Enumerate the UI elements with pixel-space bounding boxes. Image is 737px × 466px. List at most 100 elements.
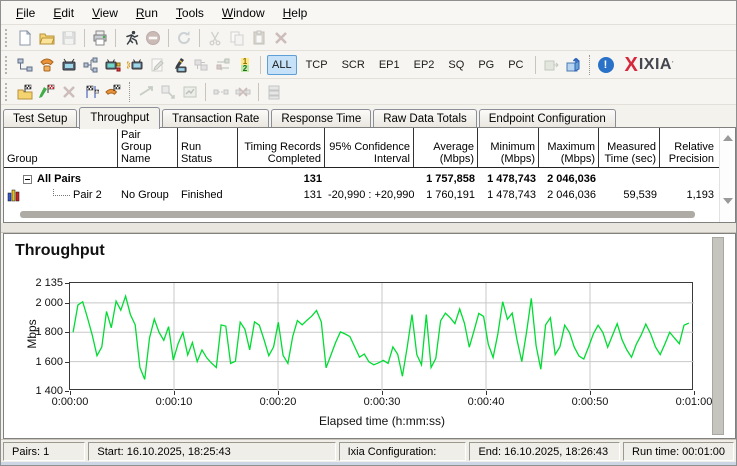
x-axis-label: Elapsed time (h:mm:ss) — [70, 414, 694, 428]
disabled-icon-4[interactable] — [210, 82, 232, 102]
results-tab-bar: Test Setup Throughput Transaction Rate R… — [3, 105, 734, 128]
table-row-all-pairs[interactable]: All Pairs 131 1 757,858 1 478,743 2 046,… — [4, 171, 735, 187]
chart-vertical-scrollbar[interactable] — [712, 237, 724, 435]
disabled-icon-6[interactable] — [263, 82, 285, 102]
col-run-status[interactable]: Run Status — [178, 128, 238, 167]
edit-disabled-icon[interactable] — [146, 55, 168, 75]
ixia-trademark: ’ — [672, 61, 674, 68]
tab-raw-data-totals[interactable]: Raw Data Totals — [373, 109, 477, 128]
ixia-logo: X IXIA ’ — [625, 56, 674, 74]
y-tick-label: 2 000 — [17, 297, 63, 309]
toolbar-separator — [199, 29, 200, 47]
collapse-expander[interactable] — [23, 175, 32, 184]
disabled-icon-5[interactable] — [232, 82, 254, 102]
menu-help[interactable]: Help — [274, 3, 317, 23]
app-window: File Edit View Run Tools Window Help — [0, 0, 737, 466]
compare-results-icon[interactable] — [80, 82, 102, 102]
export-results-icon[interactable] — [562, 55, 584, 75]
ixia-wordmark: IXIA — [639, 56, 672, 74]
vertical-scrollbar[interactable] — [719, 128, 735, 222]
col-measured-time[interactable]: MeasuredTime (sec) — [599, 128, 660, 167]
disabled-icon-2[interactable] — [157, 82, 179, 102]
col-pair-group-name[interactable]: Pair GroupName — [118, 128, 178, 167]
reload-icon[interactable] — [173, 28, 195, 48]
table-row-pair-2[interactable]: Pair 2 No Group Finished 131 -20,990 : +… — [4, 187, 735, 203]
disabled-icon-3[interactable] — [179, 82, 201, 102]
edit-results-icon[interactable] — [36, 82, 58, 102]
view-button-sq[interactable]: SQ — [443, 55, 469, 75]
panel-splitter[interactable] — [1, 223, 736, 233]
toolbar-pairs: 12 ALL TCP SCR EP1 EP2 SQ PG PC ! X IXIA… — [1, 51, 736, 79]
col-maximum[interactable]: Maximum(Mbps) — [539, 128, 599, 167]
new-results-icon[interactable] — [14, 82, 36, 102]
edit-pair-icon[interactable] — [168, 55, 190, 75]
add-video-multicast-icon[interactable] — [102, 55, 124, 75]
add-video-pair-icon[interactable] — [58, 55, 80, 75]
menu-edit[interactable]: Edit — [44, 3, 83, 23]
toolbar-separator — [129, 82, 130, 102]
col-group[interactable]: Group — [4, 128, 118, 167]
view-button-ep2[interactable]: EP2 — [409, 55, 440, 75]
col-relative-precision[interactable]: RelativePrecision — [660, 128, 717, 167]
paste-icon[interactable] — [248, 28, 270, 48]
print-icon[interactable] — [89, 28, 111, 48]
tab-test-setup[interactable]: Test Setup — [3, 109, 77, 128]
menu-view[interactable]: View — [83, 3, 127, 23]
swap-disabled-icon[interactable] — [212, 55, 234, 75]
tab-endpoint-configuration[interactable]: Endpoint Configuration — [479, 109, 616, 128]
import-disabled-icon[interactable] — [540, 55, 562, 75]
view-button-tcp[interactable]: TCP — [301, 55, 333, 75]
status-pairs: Pairs: 1 — [3, 442, 85, 461]
menu-tools[interactable]: Tools — [167, 3, 213, 23]
x-tick-mark — [694, 391, 695, 395]
tree-connector — [53, 189, 70, 197]
view-button-scr[interactable]: SCR — [337, 55, 370, 75]
open-icon[interactable] — [36, 28, 58, 48]
menu-file[interactable]: File — [7, 3, 44, 23]
toolbar-grip[interactable] — [5, 83, 10, 101]
view-button-all[interactable]: ALL — [267, 55, 297, 75]
disabled-icon-1[interactable] — [135, 82, 157, 102]
cut-icon[interactable] — [204, 28, 226, 48]
swap-endpoint-1-2-icon[interactable]: 12 — [234, 55, 256, 75]
tab-response-time[interactable]: Response Time — [271, 109, 371, 128]
scroll-up-icon[interactable] — [723, 135, 733, 141]
x-tick-label: 0:00:30 — [355, 396, 409, 408]
add-multicast-group-icon[interactable] — [80, 55, 102, 75]
tab-throughput[interactable]: Throughput — [79, 107, 160, 129]
col-confidence-interval[interactable]: 95% ConfidenceInterval — [325, 128, 414, 167]
delete-results-icon[interactable] — [58, 82, 80, 102]
menu-run[interactable]: Run — [127, 3, 167, 23]
info-icon[interactable]: ! — [595, 55, 617, 75]
replicate-disabled-icon[interactable] — [190, 55, 212, 75]
delete-icon[interactable] — [270, 28, 292, 48]
throughput-chart-panel: Throughput 2 1352 0001 8001 6001 4000:00… — [3, 233, 736, 439]
view-button-pg[interactable]: PG — [473, 55, 499, 75]
tab-transaction-rate[interactable]: Transaction Rate — [162, 109, 269, 128]
y-tick-mark — [65, 391, 69, 392]
add-pair-icon[interactable] — [14, 55, 36, 75]
dial-results-icon[interactable] — [102, 82, 124, 102]
x-tick-label: 0:00:40 — [459, 396, 513, 408]
x-tick-mark — [70, 391, 71, 395]
new-icon[interactable] — [14, 28, 36, 48]
menu-window[interactable]: Window — [213, 3, 274, 23]
copy-icon[interactable] — [226, 28, 248, 48]
toolbar-grip[interactable] — [5, 29, 10, 47]
horizontal-scrollbar[interactable] — [20, 211, 695, 218]
col-minimum[interactable]: Minimum(Mbps) — [478, 128, 539, 167]
toolbar-separator — [168, 29, 169, 47]
run-test-icon[interactable] — [120, 28, 142, 48]
toolbar-grip[interactable] — [5, 56, 10, 74]
scroll-down-icon[interactable] — [723, 198, 733, 204]
stop-test-icon[interactable] — [142, 28, 164, 48]
pair-label: Pair 2 — [73, 189, 102, 201]
col-average[interactable]: Average(Mbps) — [414, 128, 478, 167]
toolbar-separator — [589, 55, 590, 75]
add-voip-pair-icon[interactable] — [36, 55, 58, 75]
view-button-pc[interactable]: PC — [503, 55, 528, 75]
col-timing-records[interactable]: Timing RecordsCompleted — [238, 128, 325, 167]
add-hardware-pair-icon[interactable] — [124, 55, 146, 75]
save-icon[interactable] — [58, 28, 80, 48]
view-button-ep1[interactable]: EP1 — [374, 55, 405, 75]
